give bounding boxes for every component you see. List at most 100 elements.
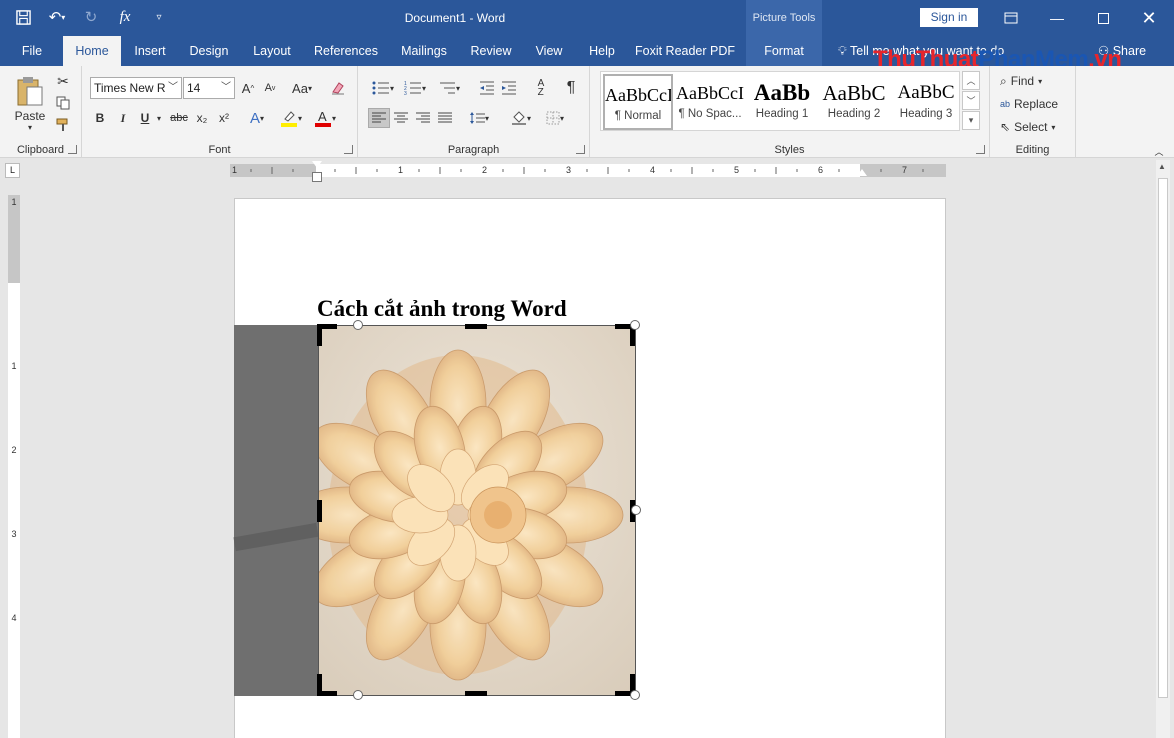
tab-selector-icon[interactable]: L — [5, 163, 20, 178]
replace-button[interactable]: ab Replace — [1000, 95, 1058, 113]
ruler-top-margin — [8, 195, 20, 283]
style-no-spacing[interactable]: AaBbCcI ¶ No Spac... — [675, 74, 745, 130]
maximize-icon[interactable] — [1080, 0, 1126, 36]
crop-handle-left[interactable] — [317, 500, 322, 522]
tab-design[interactable]: Design — [184, 36, 234, 66]
format-painter-icon[interactable] — [54, 116, 72, 134]
line-spacing-icon[interactable]: ▾ — [464, 108, 494, 128]
font-name-combo[interactable]: Times New R ﹀ — [90, 77, 182, 99]
resize-handle-top-right[interactable] — [630, 320, 640, 330]
clipboard-group: Paste ▾ ✂ Clipboard — [0, 66, 82, 158]
styles-launcher-icon[interactable] — [976, 145, 985, 154]
minimize-icon[interactable]: — — [1034, 0, 1080, 36]
first-line-indent-marker[interactable] — [312, 161, 322, 168]
bold-button[interactable]: B — [90, 108, 110, 128]
tab-foxit-reader-pdf[interactable]: Foxit Reader PDF — [634, 36, 736, 66]
crop-frame — [318, 325, 636, 696]
cropped-image-region[interactable] — [233, 325, 319, 696]
style-heading-2[interactable]: AaBbC Heading 2 — [819, 74, 889, 130]
paste-button[interactable]: Paste ▾ — [10, 72, 50, 134]
numbering-icon[interactable]: 1 2 3 ▾ — [400, 78, 430, 98]
text-effects-icon[interactable]: A ▾ — [244, 108, 270, 128]
shrink-font-icon[interactable]: Av — [260, 78, 280, 98]
tab-references[interactable]: References — [310, 36, 382, 66]
resize-handle-bottom-right[interactable] — [630, 690, 640, 700]
paragraph-label: Paragraph — [447, 144, 500, 156]
align-left-icon[interactable] — [368, 108, 390, 128]
show-formatting-marks-icon[interactable]: ¶ — [560, 78, 582, 98]
highlight-color-icon[interactable]: ▾ — [276, 108, 306, 128]
grow-font-icon[interactable]: A ^ — [238, 78, 258, 98]
italic-button[interactable]: I — [113, 108, 133, 128]
horizontal-ruler[interactable]: 1 1 2 3 4 5 6 7 — [230, 164, 946, 177]
gallery-up-icon[interactable]: ︿ — [962, 71, 980, 90]
superscript-button[interactable]: x² — [214, 108, 234, 128]
tab-help[interactable]: Help — [582, 36, 622, 66]
tab-layout[interactable]: Layout — [247, 36, 297, 66]
bullets-icon[interactable]: ▾ — [368, 78, 398, 98]
scroll-up-icon[interactable]: ▲ — [1158, 162, 1166, 171]
close-icon[interactable]: ✕ — [1126, 0, 1172, 36]
crop-handle-bottom[interactable] — [465, 691, 487, 696]
tab-review[interactable]: Review — [466, 36, 516, 66]
search-icon: ⌕ — [1000, 73, 1007, 88]
crop-handle-top[interactable] — [465, 324, 487, 329]
tab-insert[interactable]: Insert — [128, 36, 172, 66]
justify-icon[interactable] — [434, 108, 456, 128]
shading-icon[interactable]: ▾ — [506, 108, 536, 128]
font-size-combo[interactable]: 14 ﹀ — [183, 77, 235, 99]
font-launcher-icon[interactable] — [344, 145, 353, 154]
ribbon-home: Paste ▾ ✂ Clipboard Times New R ﹀ 14 ﹀ A ^ … — [0, 66, 1174, 158]
ribbon-display-options-icon[interactable] — [988, 0, 1034, 36]
cut-icon[interactable]: ✂ — [54, 72, 72, 90]
multilevel-list-icon[interactable]: ▾ — [434, 78, 464, 98]
tab-mailings[interactable]: Mailings — [394, 36, 454, 66]
strikethrough-button[interactable]: abc — [167, 108, 191, 128]
decrease-indent-icon[interactable] — [476, 78, 498, 98]
gallery-more-icon[interactable]: ▾ — [962, 111, 980, 130]
right-indent-marker[interactable] — [857, 169, 867, 176]
font-color-icon[interactable]: A ▾ — [310, 108, 340, 128]
subscript-button[interactable]: x₂ — [192, 108, 212, 128]
align-center-icon[interactable] — [390, 108, 412, 128]
paragraph-launcher-icon[interactable] — [576, 145, 585, 154]
style-heading-3[interactable]: AaBbC Heading 3 — [891, 74, 961, 130]
resize-handle-right-mid[interactable] — [631, 505, 641, 515]
sign-in-button[interactable]: Sign in — [920, 8, 978, 27]
document-heading[interactable]: Cách cắt ảnh trong Word — [317, 296, 567, 322]
borders-icon[interactable]: ▾ — [540, 108, 570, 128]
collapse-ribbon-icon[interactable]: ︿ — [1152, 146, 1166, 157]
find-button[interactable]: ⌕ Find ▾ — [1000, 72, 1042, 90]
styles-label: Styles — [774, 144, 805, 156]
tab-format[interactable]: Format — [746, 36, 822, 66]
left-indent-marker[interactable] — [312, 172, 322, 182]
underline-button[interactable]: U — [135, 108, 155, 128]
gallery-down-icon[interactable]: ﹀ — [962, 91, 980, 110]
increase-indent-icon[interactable] — [498, 78, 520, 98]
tab-view[interactable]: View — [529, 36, 569, 66]
tab-file[interactable]: File — [12, 36, 52, 66]
resize-handle-bottom-mid[interactable] — [353, 690, 363, 700]
select-button[interactable]: ⇖ Select ▾ — [1000, 118, 1055, 136]
clipboard-launcher-icon[interactable] — [68, 145, 77, 154]
replace-icon: ab — [1000, 99, 1011, 109]
sort-icon[interactable]: AZ — [530, 78, 552, 98]
change-case-button[interactable]: Aa ▾ — [286, 78, 318, 98]
scroll-thumb[interactable] — [1158, 178, 1168, 698]
clear-formatting-icon[interactable] — [328, 78, 348, 98]
crop-handle-top-left-v[interactable] — [317, 324, 322, 346]
editing-label: Editing — [1015, 144, 1050, 156]
font-group: Times New R ﹀ 14 ﹀ A ^ Av Aa ▾ B I U ▾ abc x… — [82, 66, 358, 158]
copy-icon[interactable] — [54, 94, 72, 112]
svg-text:A: A — [318, 109, 327, 124]
tab-home[interactable]: Home — [63, 36, 121, 66]
style-normal[interactable]: AaBbCcI ¶ Normal — [603, 74, 673, 130]
vertical-scrollbar[interactable]: ▲ — [1156, 160, 1170, 738]
chevron-down-icon[interactable]: ▾ — [154, 108, 164, 128]
style-heading-1[interactable]: AaBb Heading 1 — [747, 74, 817, 130]
chevron-down-icon: ﹀ — [168, 82, 178, 93]
vertical-ruler[interactable]: 1 1 2 3 4 — [8, 195, 20, 738]
align-right-icon[interactable] — [412, 108, 434, 128]
crop-handle-bottom-left-v[interactable] — [317, 674, 322, 696]
resize-handle-top-mid[interactable] — [353, 320, 363, 330]
